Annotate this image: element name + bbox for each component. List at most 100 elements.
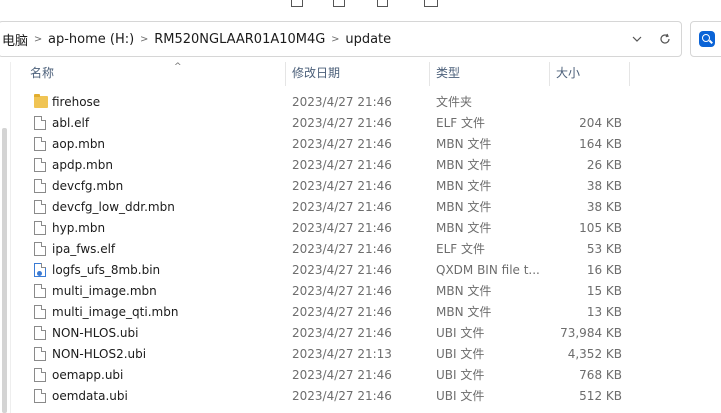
file-type: UBI 文件 xyxy=(436,389,485,403)
file-row[interactable]: abl.elf 2023/4/27 21:46 ELF 文件 204 KB xyxy=(10,113,721,134)
file-type: MBN 文件 xyxy=(436,221,492,235)
file-type: ELF 文件 xyxy=(436,116,485,130)
file-row[interactable]: devcfg_low_ddr.mbn 2023/4/27 21:46 MBN 文件 3… xyxy=(10,197,721,218)
file-size: 13 KB xyxy=(586,305,622,319)
file-icon xyxy=(34,137,46,151)
address-bar[interactable]: 电脑 > ap-home (H:) > RM520NGLAAR01A10M4G … xyxy=(0,21,682,57)
file-icon xyxy=(34,158,46,172)
file-list: firehose 2023/4/27 21:46 文件夹 abl.elf 2023/4/… xyxy=(10,92,721,407)
file-icon xyxy=(34,179,46,193)
file-size: 512 KB xyxy=(579,389,622,403)
file-type: MBN 文件 xyxy=(436,137,492,151)
column-type[interactable]: 类型 xyxy=(430,62,550,86)
file-type: UBI 文件 xyxy=(436,326,485,340)
column-name-label: 名称 xyxy=(30,66,55,80)
file-type: MBN 文件 xyxy=(436,158,492,172)
file-size: 53 KB xyxy=(586,242,622,256)
file-row[interactable]: ipa_fws.elf 2023/4/27 21:46 ELF 文件 53 KB xyxy=(10,239,721,260)
file-row[interactable]: aop.mbn 2023/4/27 21:46 MBN 文件 164 KB xyxy=(10,134,721,155)
file-size: 16 KB xyxy=(586,263,622,277)
file-date: 2023/4/27 21:46 xyxy=(292,95,392,109)
column-size[interactable]: 大小 xyxy=(550,62,630,86)
column-date[interactable]: 修改日期 xyxy=(286,62,430,86)
file-name: aop.mbn xyxy=(52,137,106,151)
toolbar-icon[interactable] xyxy=(291,0,303,7)
column-type-label: 类型 xyxy=(436,66,461,80)
file-name: oemapp.ubi xyxy=(52,368,124,382)
search-box[interactable] xyxy=(690,21,721,57)
file-row[interactable]: firehose 2023/4/27 21:46 文件夹 xyxy=(10,92,721,113)
file-size: 4,352 KB xyxy=(567,347,622,361)
toolbar-icon[interactable] xyxy=(377,0,388,7)
file-row[interactable]: multi_image.mbn 2023/4/27 21:46 MBN 文件 15 K… xyxy=(10,281,721,302)
file-row[interactable]: logfs_ufs_8mb.bin 2023/4/27 21:46 QXDM BIN… xyxy=(10,260,721,281)
column-name[interactable]: 名称 ^ xyxy=(24,62,286,86)
chevron-right-icon[interactable]: > xyxy=(137,34,151,45)
file-date: 2023/4/27 21:46 xyxy=(292,221,392,235)
file-icon xyxy=(34,389,46,403)
file-name: hyp.mbn xyxy=(52,221,106,235)
file-size: 105 KB xyxy=(579,221,622,235)
file-row[interactable]: devcfg.mbn 2023/4/27 21:46 MBN 文件 38 KB xyxy=(10,176,721,197)
toolbar xyxy=(0,0,721,18)
search-icon[interactable] xyxy=(699,31,715,47)
scrollbar-thumb[interactable] xyxy=(2,128,7,413)
file-date: 2023/4/27 21:46 xyxy=(292,137,392,151)
file-date: 2023/4/27 21:46 xyxy=(292,179,392,193)
file-icon xyxy=(34,221,46,235)
file-size: 73,984 KB xyxy=(560,326,622,340)
toolbar-icon[interactable] xyxy=(333,0,345,7)
toolbar-icon[interactable] xyxy=(424,0,438,7)
file-row[interactable]: apdp.mbn 2023/4/27 21:46 MBN 文件 26 KB xyxy=(10,155,721,176)
chevron-right-icon[interactable]: > xyxy=(31,34,45,45)
address-row: 电脑 > ap-home (H:) > RM520NGLAAR01A10M4G … xyxy=(0,18,721,62)
file-size: 204 KB xyxy=(579,116,622,130)
file-size: 38 KB xyxy=(586,179,622,193)
chevron-down-icon[interactable] xyxy=(625,27,649,51)
file-row[interactable]: oemapp.ubi 2023/4/27 21:46 UBI 文件 768 KB xyxy=(10,365,721,386)
file-type: ELF 文件 xyxy=(436,242,485,256)
breadcrumb-current[interactable]: update xyxy=(342,32,394,47)
sort-ascending-icon: ^ xyxy=(174,62,182,72)
column-header: 名称 ^ 修改日期 类型 大小 xyxy=(10,62,721,86)
breadcrumb-folder[interactable]: RM520NGLAAR01A10M4G xyxy=(151,32,328,47)
file-row[interactable]: NON-HLOS2.ubi 2023/4/27 21:13 UBI 文件 4,352 … xyxy=(10,344,721,365)
file-type: 文件夹 xyxy=(436,95,473,109)
file-date: 2023/4/27 21:46 xyxy=(292,200,392,214)
breadcrumb-drive[interactable]: ap-home (H:) xyxy=(45,32,137,47)
qxdm-file-icon xyxy=(34,263,46,277)
file-name: logfs_ufs_8mb.bin xyxy=(52,263,161,277)
file-name: multi_image_qti.mbn xyxy=(52,305,179,319)
file-name: firehose xyxy=(52,95,101,109)
file-date: 2023/4/27 21:13 xyxy=(292,347,392,361)
file-row[interactable]: multi_image_qti.mbn 2023/4/27 21:46 MBN 文件… xyxy=(10,302,721,323)
file-icon xyxy=(34,305,46,319)
file-date: 2023/4/27 21:46 xyxy=(292,158,392,172)
file-name: devcfg.mbn xyxy=(52,179,124,193)
file-explorer-window: 电脑 > ap-home (H:) > RM520NGLAAR01A10M4G … xyxy=(0,0,721,413)
file-name: ipa_fws.elf xyxy=(52,242,116,256)
file-row[interactable]: hyp.mbn 2023/4/27 21:46 MBN 文件 105 KB xyxy=(10,218,721,239)
file-row[interactable]: NON-HLOS.ubi 2023/4/27 21:46 UBI 文件 73,984 … xyxy=(10,323,721,344)
file-date: 2023/4/27 21:46 xyxy=(292,242,392,256)
file-date: 2023/4/27 21:46 xyxy=(292,389,392,403)
file-date: 2023/4/27 21:46 xyxy=(292,263,392,277)
file-name: devcfg_low_ddr.mbn xyxy=(52,200,175,214)
file-type: UBI 文件 xyxy=(436,368,485,382)
file-type: UBI 文件 xyxy=(436,347,485,361)
file-size: 38 KB xyxy=(586,200,622,214)
file-type: MBN 文件 xyxy=(436,305,492,319)
refresh-icon[interactable] xyxy=(653,27,677,51)
file-icon xyxy=(34,368,46,382)
file-icon xyxy=(34,326,46,340)
file-row[interactable]: oemdata.ubi 2023/4/27 21:46 UBI 文件 512 KB xyxy=(10,386,721,407)
file-name: oemdata.ubi xyxy=(52,389,128,403)
chevron-right-icon[interactable]: > xyxy=(328,34,342,45)
file-icon xyxy=(34,116,46,130)
file-name: NON-HLOS.ubi xyxy=(52,326,139,340)
file-icon xyxy=(34,347,46,361)
breadcrumb-this-pc[interactable]: 电脑 xyxy=(0,30,31,49)
file-size: 15 KB xyxy=(586,284,622,298)
file-date: 2023/4/27 21:46 xyxy=(292,284,392,298)
file-type: QXDM BIN file t... xyxy=(436,263,540,277)
